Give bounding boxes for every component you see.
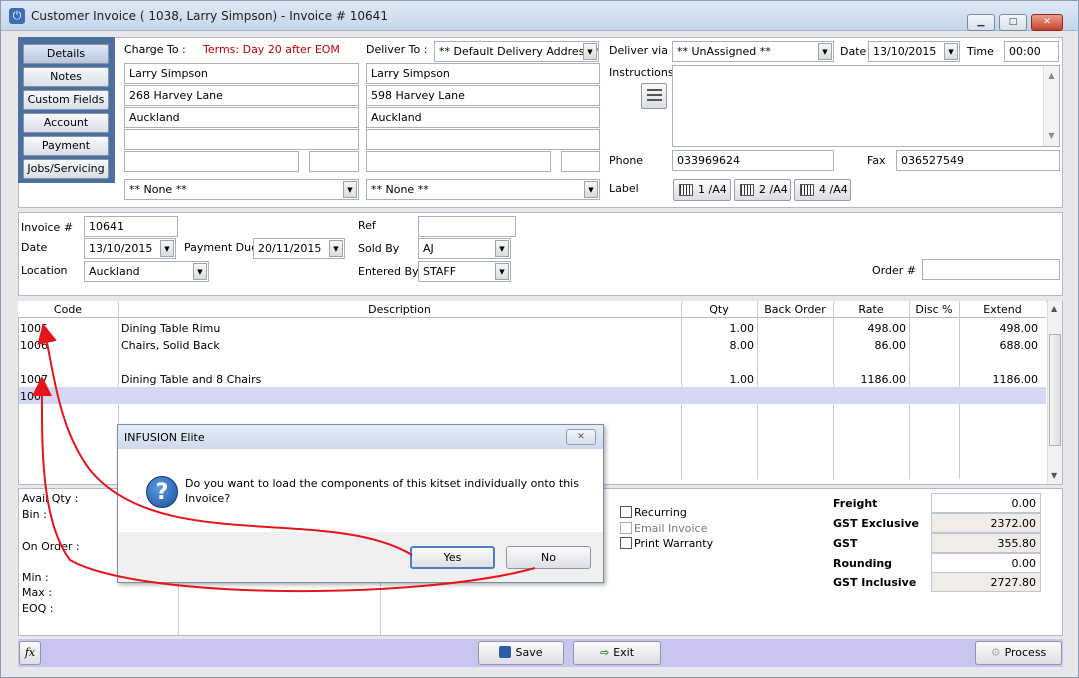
arrow-yes-to-1005	[37, 323, 413, 556]
annotation-arrows	[31, 323, 536, 593]
arrow-no-to-1007	[31, 376, 536, 593]
